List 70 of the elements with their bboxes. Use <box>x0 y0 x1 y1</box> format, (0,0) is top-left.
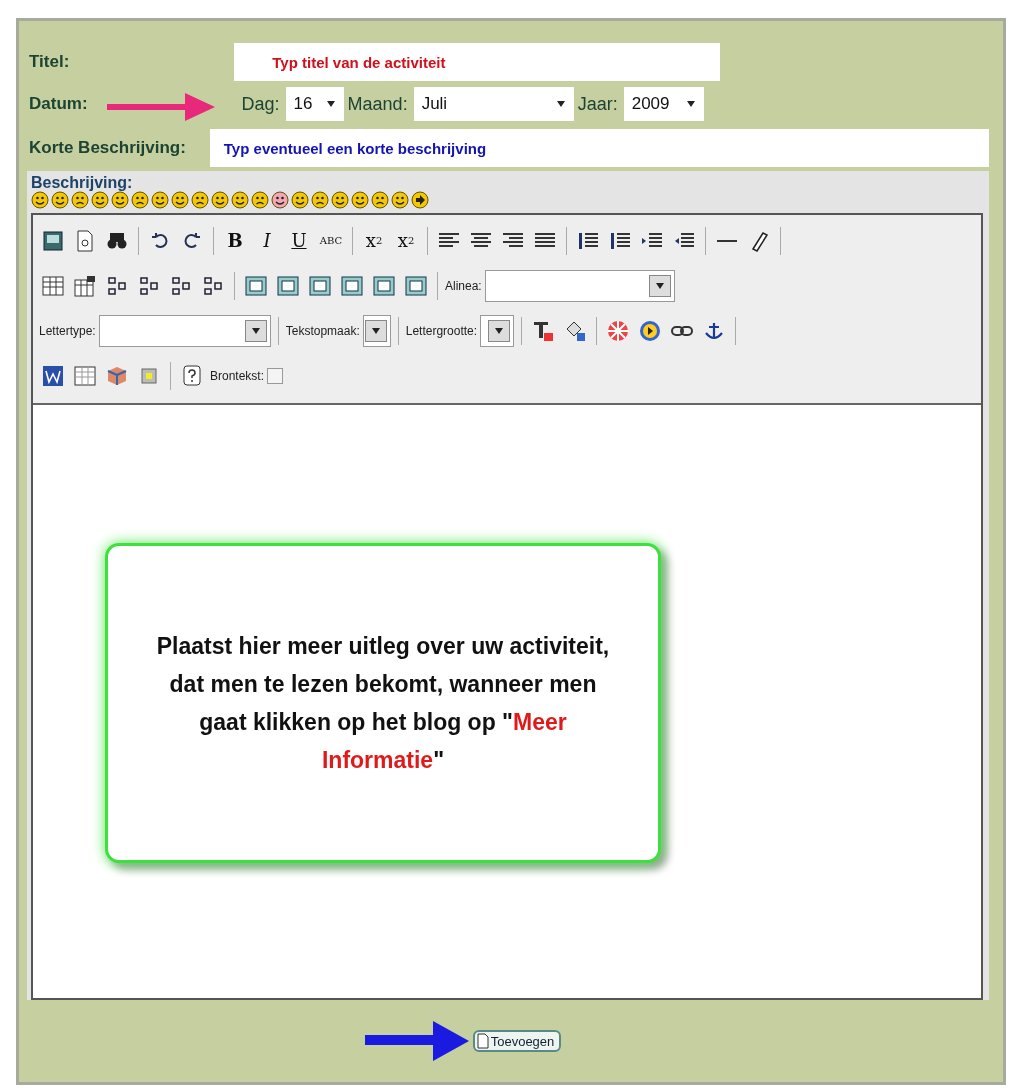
smiley-icon[interactable] <box>371 191 389 209</box>
description-label: Beschrijving: <box>31 175 134 191</box>
smiley-icon[interactable] <box>311 191 329 209</box>
select-label: Lettertype: <box>39 323 96 338</box>
date-select[interactable]: 2009 <box>623 87 704 121</box>
smiley-icon[interactable] <box>71 191 89 209</box>
select-field[interactable] <box>480 314 515 347</box>
field-label: Datum: <box>29 94 88 114</box>
smiley-icon[interactable] <box>51 191 69 209</box>
color-wheel-icon[interactable] <box>606 318 631 343</box>
caret-icon <box>250 326 261 335</box>
date-select[interactable]: Juli <box>413 87 574 121</box>
media-icon[interactable] <box>638 318 663 343</box>
select-label: Lettergrootte: <box>405 323 478 338</box>
checkbox-label: Brontekst: <box>210 368 265 383</box>
smiley-icon[interactable] <box>231 191 249 209</box>
format-button[interactable]: x$^{2}$ <box>360 226 388 255</box>
format-button[interactable]: B <box>221 226 249 255</box>
caret-icon <box>494 326 505 335</box>
format-button[interactable]: ABC <box>317 226 345 255</box>
cell-icon[interactable] <box>308 273 332 298</box>
short-description-field[interactable]: Typ eventueel een korte beschrijving <box>209 129 989 167</box>
select-field[interactable] <box>362 314 391 347</box>
cell-icon[interactable] <box>404 273 428 298</box>
smiley-icon[interactable] <box>191 191 209 209</box>
cell-icon[interactable] <box>372 273 396 298</box>
table-properties-icon[interactable] <box>73 273 97 298</box>
date-label: Jaar: <box>577 93 618 115</box>
checkbox[interactable] <box>267 367 284 384</box>
smiley-icon[interactable] <box>391 191 409 209</box>
grid-icon[interactable] <box>73 363 97 388</box>
format-button[interactable]: I <box>253 226 281 255</box>
smiley-icon[interactable] <box>271 191 289 209</box>
smiley-icon[interactable] <box>331 191 349 209</box>
date-label: Maand: <box>347 93 408 115</box>
caret-icon <box>654 281 665 290</box>
smiley-icon[interactable] <box>211 191 229 209</box>
select-label: Alinea: <box>445 278 482 293</box>
cell-icon[interactable] <box>244 273 268 298</box>
word-icon[interactable] <box>41 363 65 388</box>
help-icon[interactable] <box>180 363 204 388</box>
select-field[interactable] <box>98 314 271 347</box>
smiley-icon[interactable] <box>351 191 369 209</box>
caret-icon <box>325 100 336 108</box>
select-field[interactable] <box>484 269 675 302</box>
cell-icon[interactable] <box>276 273 300 298</box>
field-label: Titel: <box>29 52 70 72</box>
smiley-icon[interactable] <box>251 191 269 209</box>
caret-icon <box>555 100 566 108</box>
date-label: Dag: <box>241 93 280 115</box>
caret-icon <box>370 326 381 335</box>
smiley-icon[interactable] <box>91 191 109 209</box>
add-button[interactable]: Toevoegen <box>472 1030 562 1052</box>
save-icon[interactable] <box>41 228 65 253</box>
smiley-icon[interactable] <box>131 191 149 209</box>
select-label: Tekstopmaak: <box>285 323 360 338</box>
smiley-icon[interactable] <box>111 191 129 209</box>
cell-icon[interactable] <box>340 273 364 298</box>
title-field[interactable]: Typ titel van de activiteit <box>234 43 721 81</box>
table-icon[interactable] <box>41 273 65 298</box>
caret-icon <box>685 100 696 108</box>
smiley-icon[interactable] <box>151 191 169 209</box>
smiley-icon[interactable] <box>31 191 49 209</box>
callout-text: Plaatst hier meer uitleg over uw activiteit, dat men te lezen bekomt, wanneer men gaat klikken op het blog op "Meer Informatie" <box>105 543 661 863</box>
field-label: Korte Beschrijving: <box>29 138 186 158</box>
format-button[interactable]: U <box>285 226 313 255</box>
document-icon <box>476 1033 489 1049</box>
date-select[interactable]: 16 <box>285 87 344 121</box>
smiley-icon[interactable] <box>291 191 309 209</box>
smiley-icon[interactable] <box>171 191 189 209</box>
